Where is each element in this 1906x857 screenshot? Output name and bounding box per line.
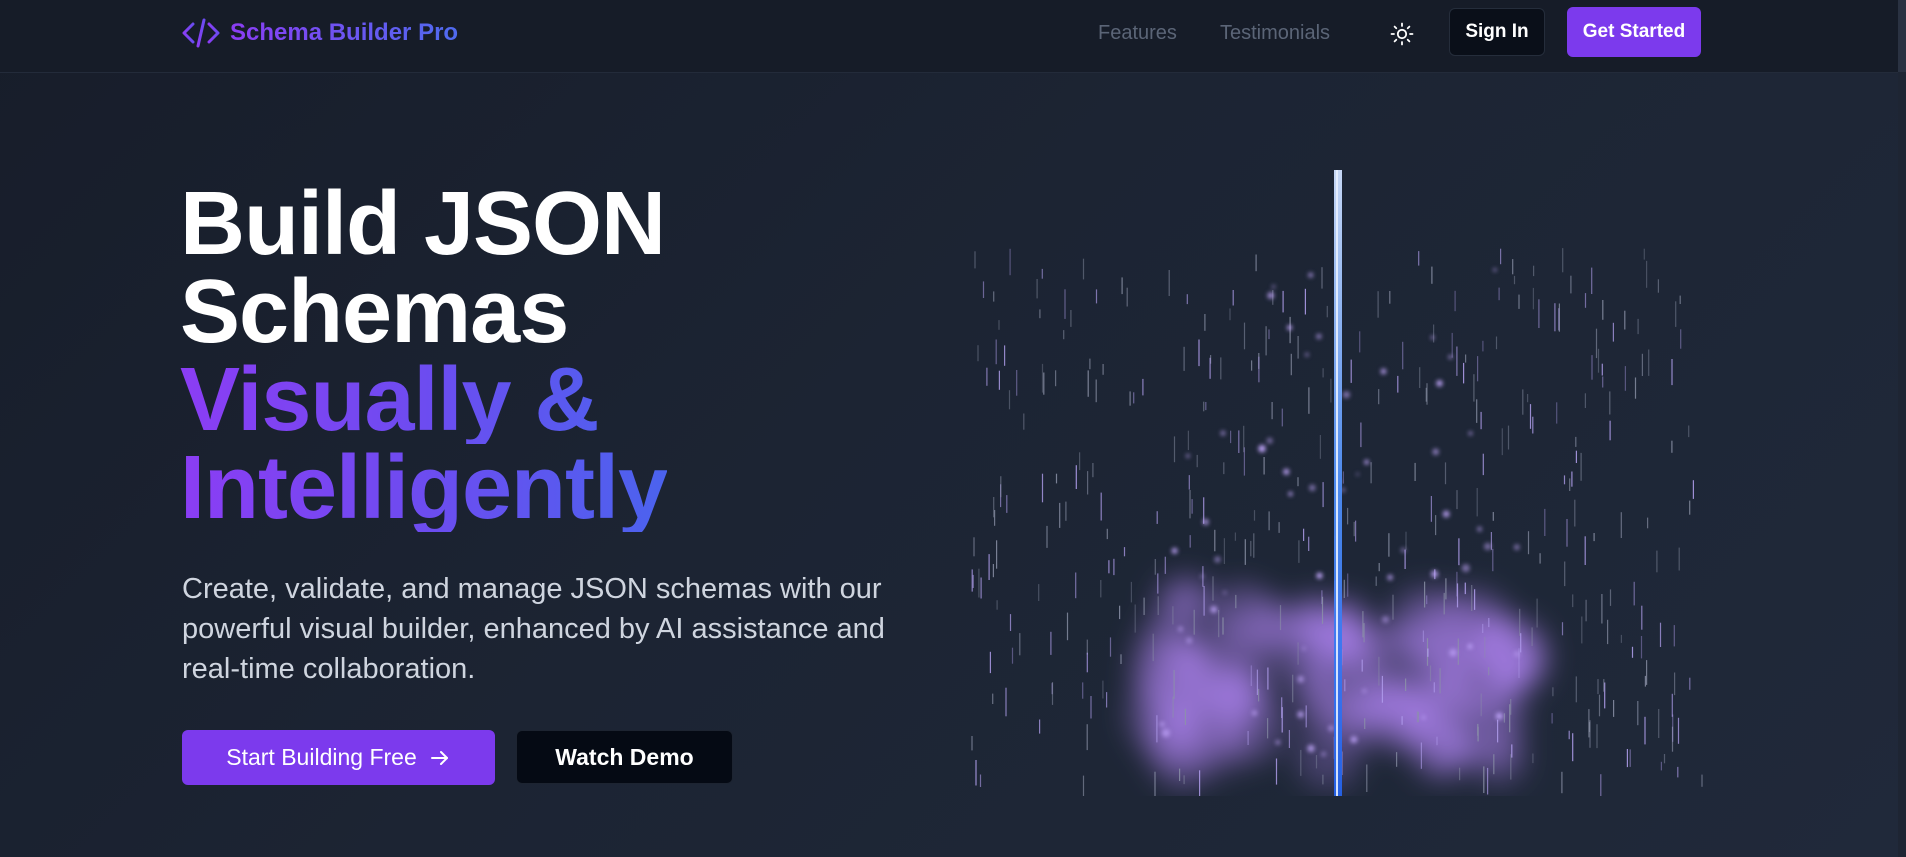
particle-dot <box>1307 744 1315 753</box>
hero-animation <box>970 168 1706 804</box>
particle-dot <box>1431 335 1435 340</box>
theme-toggle-button[interactable] <box>1385 17 1419 51</box>
scrollbar-thumb[interactable] <box>1898 0 1906 72</box>
glow-cloud-blob <box>1209 636 1262 689</box>
particle-dot <box>1493 268 1497 272</box>
particle-dot <box>1210 606 1218 613</box>
brand-logo[interactable]: Schema Builder Pro <box>182 15 458 51</box>
hero-title: Build JSON Schemas Visually & Intelligen… <box>180 174 668 538</box>
particle-dot <box>1431 570 1439 578</box>
particle-dot <box>1267 292 1275 299</box>
particle-dot <box>1258 444 1266 453</box>
particle-dot <box>1275 740 1281 745</box>
start-building-label: Start Building Free <box>226 744 417 770</box>
particle-dot <box>1442 510 1450 518</box>
particle-dot <box>1171 547 1178 554</box>
hero-title-line: Build JSON <box>180 174 666 274</box>
particle-dot <box>1362 689 1367 693</box>
particle-dot <box>1308 272 1314 278</box>
particle-dot <box>1432 448 1439 455</box>
hero-title-line: Schemas <box>180 262 569 362</box>
particle-dot <box>1202 518 1209 526</box>
particle-dot <box>1161 729 1170 737</box>
particle-dot <box>1309 484 1316 491</box>
hero-title-highlight: Intelligently <box>180 438 668 538</box>
watch-demo-button[interactable]: Watch Demo <box>516 730 733 784</box>
particle-dot <box>1287 325 1293 331</box>
particle-dot <box>1288 491 1293 497</box>
particle-beam-graphic <box>971 170 1703 804</box>
particle-dot <box>1283 468 1290 475</box>
particle-dot <box>1342 391 1350 399</box>
particle-dot <box>1271 285 1276 289</box>
particle-dot <box>1468 431 1473 436</box>
particle-dot <box>1252 710 1257 716</box>
particle-dot <box>1387 574 1393 581</box>
glow-cloud-blob <box>1398 705 1442 749</box>
particle-dot <box>1305 352 1309 357</box>
particle-dot <box>1200 574 1204 579</box>
nav-link-features[interactable]: Features <box>1098 22 1177 45</box>
particle-dot <box>1350 736 1358 743</box>
particle-dot <box>1448 355 1453 359</box>
scrollbar-track[interactable] <box>1898 0 1906 857</box>
get-started-button[interactable]: Get Started <box>1567 7 1701 57</box>
brand-name: Schema Builder Pro <box>230 19 459 46</box>
particle-dot <box>1364 459 1369 465</box>
particle-dot <box>1436 380 1443 387</box>
hero-description: Create, validate, and manage JSON schema… <box>182 573 885 685</box>
particle-dot <box>1495 712 1503 720</box>
particle-dot <box>1316 572 1323 579</box>
particle-dot <box>1297 676 1304 683</box>
nav-link-testimonials[interactable]: Testimonials <box>1220 22 1330 45</box>
particle-dot <box>1316 333 1322 340</box>
particle-dot <box>1186 637 1193 644</box>
start-building-button[interactable]: Start Building Free <box>182 730 495 785</box>
particle-dot <box>1477 526 1482 532</box>
particle-dot <box>1461 564 1470 573</box>
particle-dot <box>1302 647 1306 651</box>
particle-dot <box>1266 437 1273 444</box>
particle-dot <box>1422 715 1426 720</box>
glow-cloud-blob <box>1292 607 1340 655</box>
arrow-right-icon <box>430 750 448 765</box>
particle-dot <box>1321 751 1326 757</box>
sun-icon <box>1390 22 1414 46</box>
sign-in-button[interactable]: Sign In <box>1449 8 1545 56</box>
particle-dot <box>1514 544 1520 550</box>
particle-dot <box>1514 651 1520 657</box>
code-icon <box>182 18 220 48</box>
particle-dot <box>1356 472 1360 476</box>
hero-title-highlight: Visually & <box>180 355 667 445</box>
particle-dot <box>1467 644 1473 649</box>
glow-cloud-blob <box>1300 678 1351 729</box>
particle-dot <box>1297 711 1305 718</box>
particle-dot <box>1380 368 1387 375</box>
particle-dot <box>1186 454 1190 458</box>
particle-dot <box>1484 542 1492 551</box>
particle-dot <box>1160 722 1165 727</box>
particle-dot <box>1400 547 1406 553</box>
glow-cloud-blob <box>1208 720 1238 751</box>
particle-dot <box>1382 616 1389 623</box>
particle-dot <box>1214 556 1221 563</box>
top-navbar: Schema Builder Pro Features Testimonials… <box>0 0 1898 73</box>
particle-dot <box>1178 626 1183 632</box>
particle-dot <box>1449 648 1457 657</box>
particle-dot <box>1328 725 1334 731</box>
particle-dot <box>1223 591 1227 595</box>
particle-dot <box>1220 430 1226 436</box>
